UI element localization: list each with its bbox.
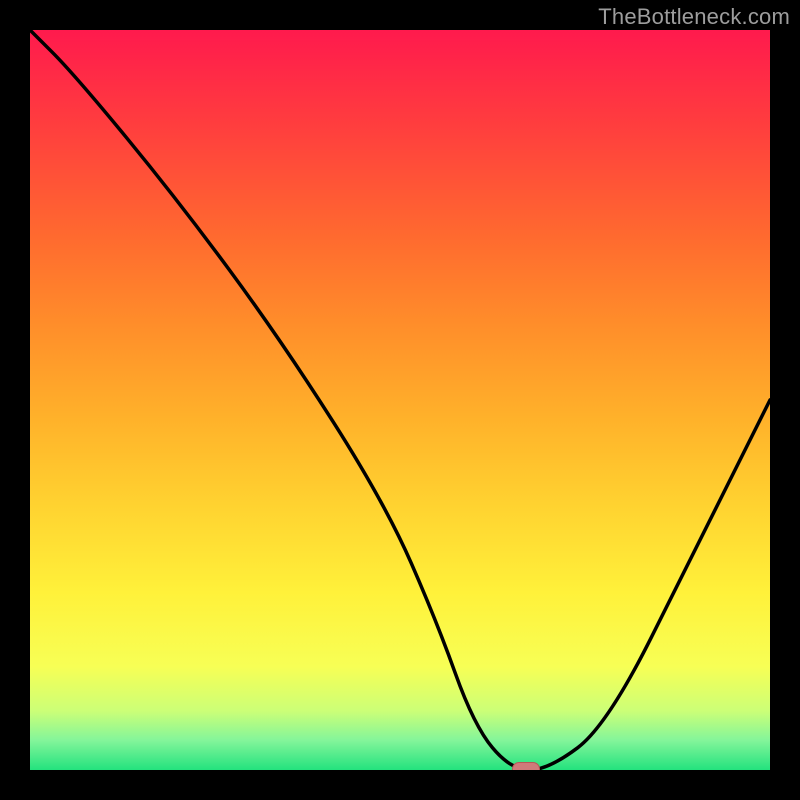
optimal-marker (512, 762, 540, 770)
watermark-text: TheBottleneck.com (598, 4, 790, 30)
chart-frame: TheBottleneck.com (0, 0, 800, 800)
bottleneck-curve (30, 30, 770, 770)
plot-area (30, 30, 770, 770)
